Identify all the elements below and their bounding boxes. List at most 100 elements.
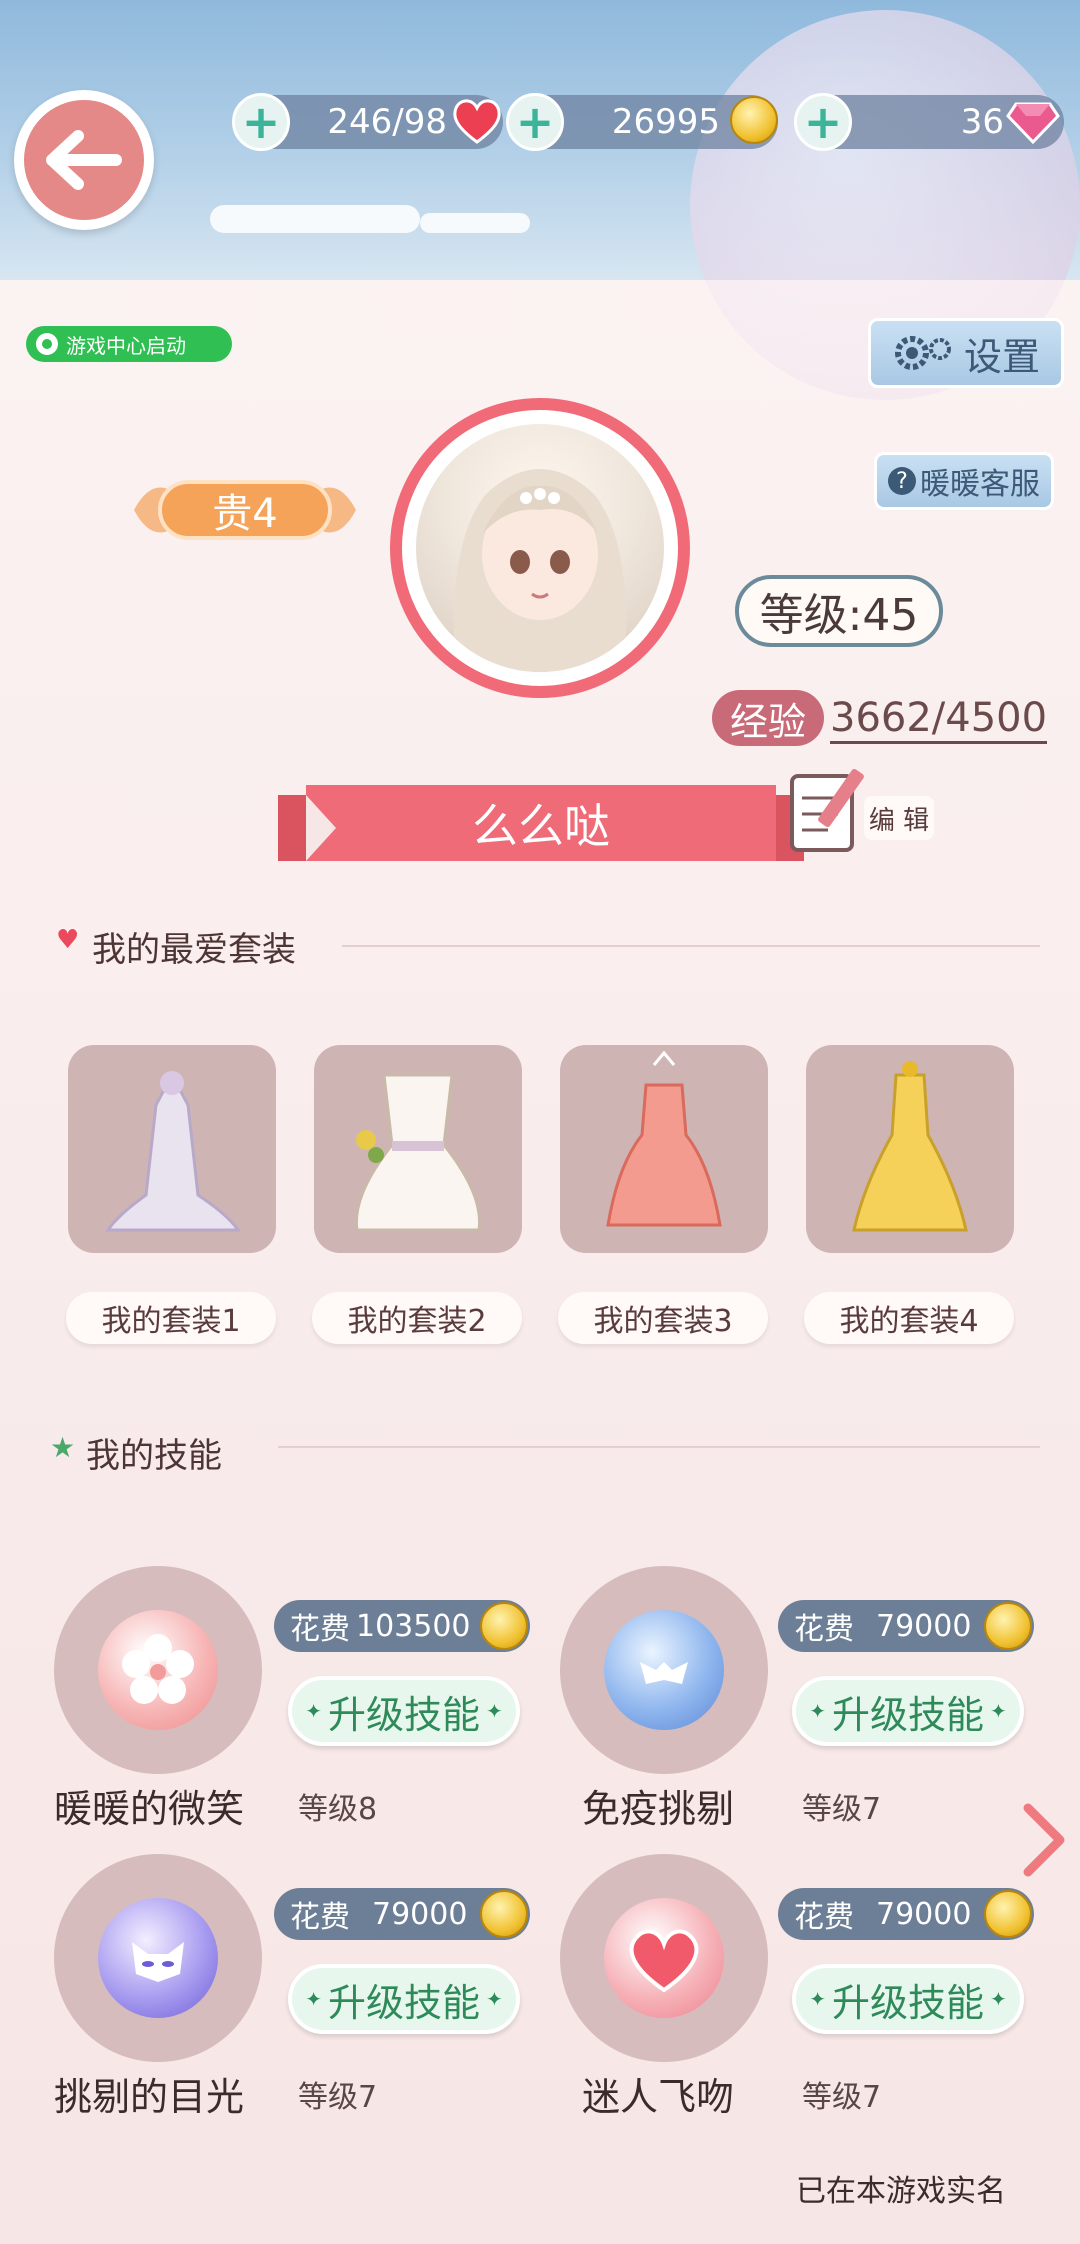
settings-label: 设置 xyxy=(963,334,1040,379)
skills-title: 我的技能 xyxy=(86,1436,222,1476)
skill-icon-gaze[interactable] xyxy=(54,1854,262,2062)
skill-cost-3: 花费 79000 xyxy=(274,1888,530,1940)
avatar xyxy=(416,424,664,672)
outfit-card-1[interactable] xyxy=(68,1045,276,1253)
skill-name-3: 挑剔的目光 xyxy=(54,2075,245,2119)
edit-name-button[interactable]: 编 辑 xyxy=(788,768,938,858)
game-center-icon xyxy=(36,333,58,355)
support-label: 暖暖客服 xyxy=(920,467,1040,502)
sakura-icon xyxy=(98,1610,218,1730)
favorites-divider xyxy=(342,945,1040,947)
back-arrow-icon xyxy=(24,100,144,220)
heart-icon xyxy=(453,99,501,144)
skill-icon-smile[interactable] xyxy=(54,1566,262,1774)
skill-level-3: 等级7 xyxy=(298,2080,378,2115)
gems-value: 36 xyxy=(960,102,1004,142)
skill-name-4: 迷人飞吻 xyxy=(582,2075,735,2119)
dress-2-icon xyxy=(354,1073,482,1232)
dress-3-icon xyxy=(606,1050,722,1227)
skill-cost-2: 花费 79000 xyxy=(778,1600,1034,1652)
coin-icon xyxy=(730,96,778,144)
sparkle-icon: ✦ xyxy=(990,1699,1007,1723)
upgrade-label: 升级技能 xyxy=(327,1980,480,2025)
gem-icon xyxy=(1006,102,1060,144)
coins-value: 26995 xyxy=(611,102,720,142)
sparkle-icon: ✦ xyxy=(990,1987,1007,2011)
add-hearts-button[interactable]: + xyxy=(232,93,290,151)
cloud xyxy=(420,213,530,233)
back-button[interactable] xyxy=(14,90,154,230)
skill-level-4: 等级7 xyxy=(802,2080,882,2115)
avatar-frame[interactable] xyxy=(390,398,690,698)
outfit-card-4[interactable] xyxy=(806,1045,1014,1253)
coin-icon xyxy=(480,1890,528,1938)
star-bullet-icon: ★ xyxy=(50,1431,76,1464)
upgrade-skill-button-3[interactable]: ✦ 升级技能 ✦ xyxy=(288,1964,520,2034)
cost-value: 79000 xyxy=(876,1608,972,1644)
ribbon-notch xyxy=(306,795,336,861)
vip-badge[interactable]: 贵4 xyxy=(130,470,360,550)
cat-mask-icon xyxy=(98,1898,218,2018)
outfit-label-4[interactable]: 我的套装4 xyxy=(804,1292,1014,1344)
heart-orb-icon xyxy=(604,1898,724,2018)
add-coins-button[interactable]: + xyxy=(506,93,564,151)
cost-label: 花费 xyxy=(794,1900,854,1935)
cost-value: 103500 xyxy=(356,1608,471,1644)
coin-icon xyxy=(480,1602,528,1650)
cost-value: 79000 xyxy=(876,1896,972,1932)
coin-icon xyxy=(984,1890,1032,1938)
sparkle-icon: ✦ xyxy=(486,1987,503,2011)
skill-icon-immune[interactable] xyxy=(560,1566,768,1774)
cost-label: 花费 xyxy=(290,1900,350,1935)
outfit-label-1[interactable]: 我的套装1 xyxy=(66,1292,276,1344)
exp-tag: 经验 xyxy=(712,690,824,746)
favorites-title: 我的最爱套装 xyxy=(92,930,296,970)
exp-value: 3662/4500 xyxy=(830,695,1048,744)
sparkle-icon: ✦ xyxy=(809,1987,826,2011)
sparkle-icon: ✦ xyxy=(486,1699,503,1723)
game-center-badge[interactable]: 游戏中心启动 xyxy=(26,326,232,362)
dress-1-icon xyxy=(105,1071,241,1232)
support-button[interactable]: ? 暖暖客服 xyxy=(874,452,1054,510)
cost-value: 79000 xyxy=(372,1896,468,1932)
upgrade-skill-button-4[interactable]: ✦ 升级技能 ✦ xyxy=(792,1964,1024,2034)
settings-button[interactable]: 设置 xyxy=(868,318,1064,388)
chevron-right-icon[interactable] xyxy=(1018,1800,1070,1880)
edit-label: 编 辑 xyxy=(864,796,934,840)
skill-name-1: 暖暖的微笑 xyxy=(54,1787,245,1831)
dress-4-icon xyxy=(852,1061,968,1232)
hearts-value: 246/98 xyxy=(327,102,447,142)
skill-icon-kiss[interactable] xyxy=(560,1854,768,2062)
skill-name-2: 免疫挑剔 xyxy=(582,1787,735,1831)
skill-cost-4: 花费 79000 xyxy=(778,1888,1034,1940)
real-name-status: 已在本游戏实名 xyxy=(796,2174,1006,2209)
help-icon: ? xyxy=(888,467,916,495)
outfit-card-2[interactable] xyxy=(314,1045,522,1253)
vip-label: 贵4 xyxy=(212,491,278,537)
upgrade-skill-button-1[interactable]: ✦ 升级技能 ✦ xyxy=(288,1676,520,1746)
heart-bullet-icon: ♥ xyxy=(56,925,80,955)
skill-level-2: 等级7 xyxy=(802,1792,882,1827)
outfit-label-2[interactable]: 我的套装2 xyxy=(312,1292,522,1344)
game-center-label: 游戏中心启动 xyxy=(66,333,186,358)
upgrade-label: 升级技能 xyxy=(327,1692,480,1737)
cost-label: 花费 xyxy=(290,1612,350,1647)
upgrade-label: 升级技能 xyxy=(831,1980,984,2025)
player-name: 么么哒 xyxy=(306,785,776,861)
outfit-card-3[interactable] xyxy=(560,1045,768,1253)
skills-divider xyxy=(278,1446,1040,1448)
add-gems-button[interactable]: + xyxy=(794,93,852,151)
skill-level-1: 等级8 xyxy=(298,1792,378,1827)
skill-cost-1: 花费 103500 xyxy=(274,1600,530,1652)
cloud xyxy=(210,205,420,233)
sparkle-icon: ✦ xyxy=(809,1699,826,1723)
coin-icon xyxy=(984,1602,1032,1650)
edit-pencil-icon xyxy=(790,768,864,852)
sparkle-icon: ✦ xyxy=(305,1987,322,2011)
gear-icon xyxy=(894,336,951,370)
player-level: 等级:45 xyxy=(735,575,943,647)
upgrade-skill-button-2[interactable]: ✦ 升级技能 ✦ xyxy=(792,1676,1024,1746)
cost-label: 花费 xyxy=(794,1612,854,1647)
outfit-label-3[interactable]: 我的套装3 xyxy=(558,1292,768,1344)
winged-mask-icon xyxy=(604,1610,724,1730)
